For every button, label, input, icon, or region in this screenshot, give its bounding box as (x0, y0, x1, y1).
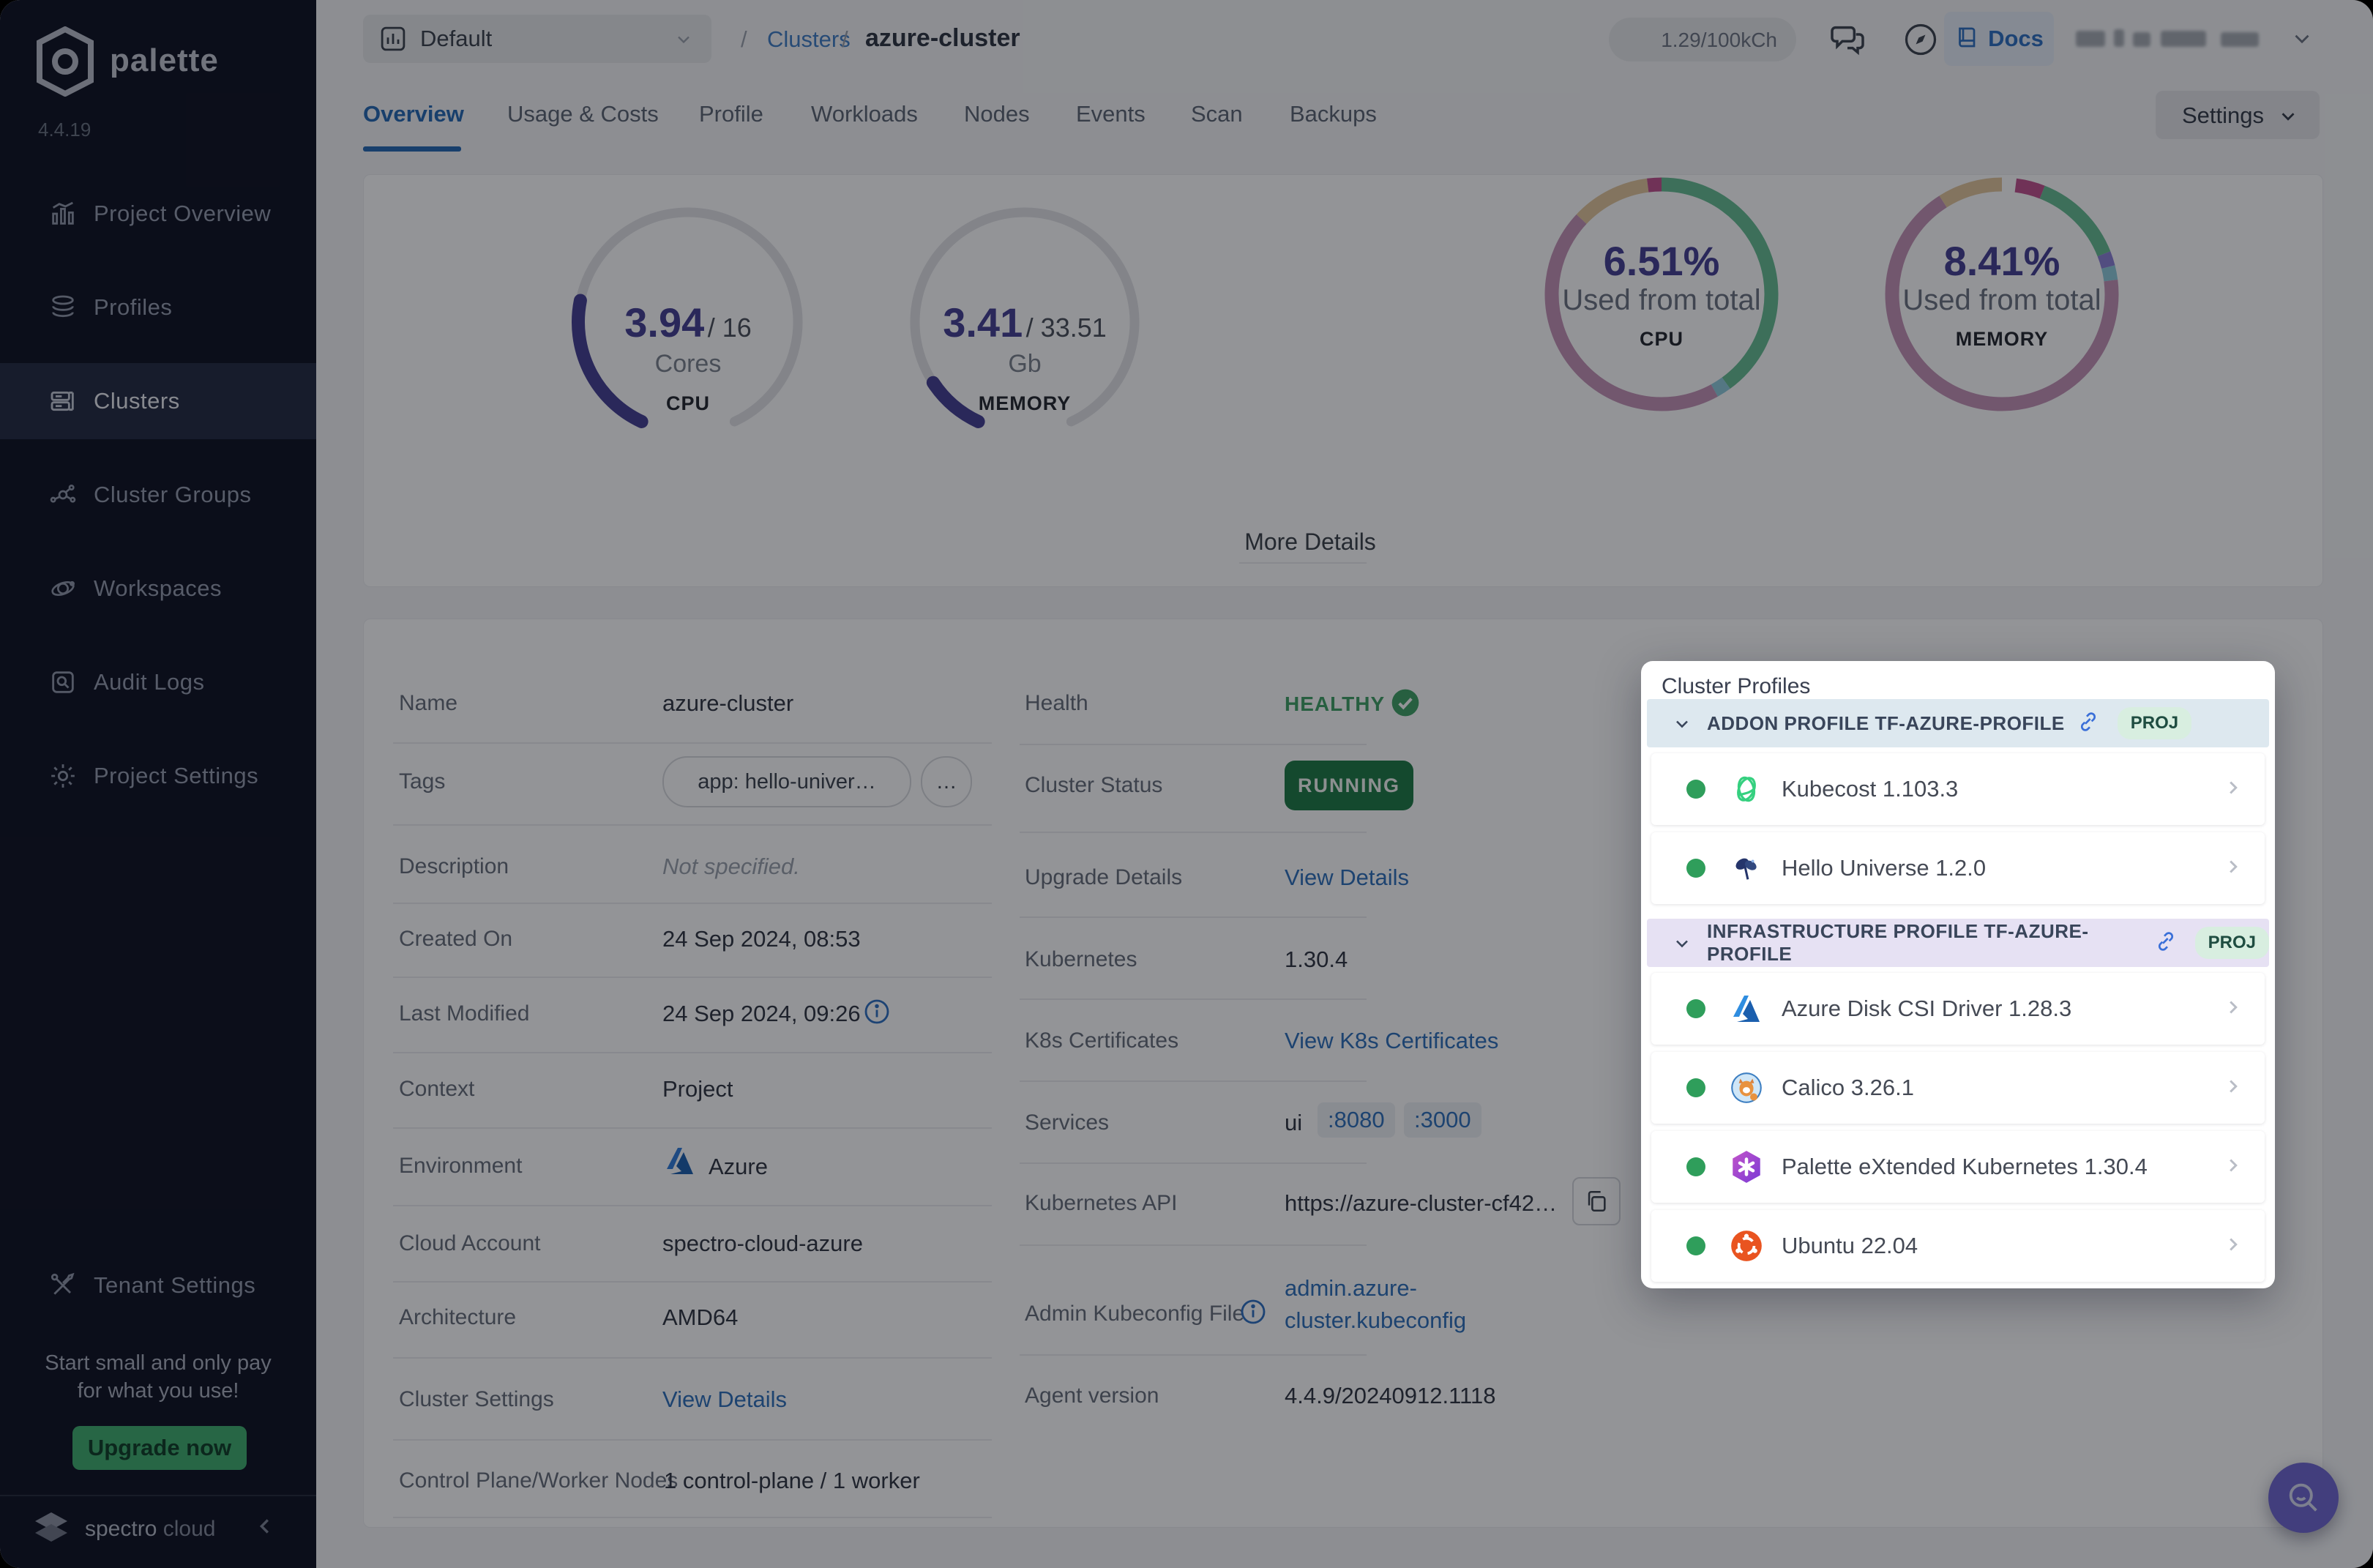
status-dot (1686, 1078, 1705, 1097)
pack-row-azure-disk[interactable]: Azure Disk CSI Driver 1.28.3 (1651, 973, 2265, 1045)
status-dot (1686, 780, 1705, 799)
status-dot (1686, 859, 1705, 878)
chevron-right-icon (2222, 1075, 2244, 1101)
proj-scope-badge: PROJ (2194, 927, 2269, 959)
addon-profile-section-header[interactable]: ADDON PROFILE TF-AZURE-PROFILE PROJ (1647, 699, 2269, 747)
chevron-right-icon (2222, 777, 2244, 802)
azure-disk-icon (1727, 990, 1765, 1028)
hello-universe-icon (1727, 849, 1765, 887)
pxk-icon (1727, 1148, 1765, 1186)
cluster-profiles-popup: Cluster Profiles ADDON PROFILE TF-AZURE-… (1641, 661, 2275, 1288)
pack-row-calico[interactable]: Calico 3.26.1 (1651, 1052, 2265, 1124)
pack-row-hello-universe[interactable]: Hello Universe 1.2.0 (1651, 832, 2265, 904)
popup-title: Cluster Profiles (1662, 674, 1811, 698)
chevron-right-icon (2222, 996, 2244, 1022)
app-window: palette 4.4.19 Project Overview Profiles… (0, 0, 2373, 1568)
status-dot (1686, 1236, 1705, 1255)
infrastructure-profile-section-header[interactable]: INFRASTRUCTURE PROFILE TF-AZURE-PROFILE … (1647, 919, 2269, 967)
link-icon (2077, 710, 2100, 737)
chevron-right-icon (2222, 856, 2244, 881)
ubuntu-icon (1727, 1227, 1765, 1265)
chevron-right-icon (2222, 1233, 2244, 1259)
pack-row-palette-extended-kubernetes[interactable]: Palette eXtended Kubernetes 1.30.4 (1651, 1131, 2265, 1203)
pack-row-kubecost[interactable]: Kubecost 1.103.3 (1651, 753, 2265, 825)
status-dot (1686, 1157, 1705, 1176)
calico-icon (1727, 1069, 1765, 1107)
pack-row-ubuntu[interactable]: Ubuntu 22.04 (1651, 1210, 2265, 1282)
proj-scope-badge: PROJ (2117, 707, 2192, 739)
kubecost-icon (1727, 770, 1765, 808)
status-dot (1686, 999, 1705, 1018)
chevron-down-icon (1672, 714, 1692, 738)
chevron-down-icon (1672, 933, 1692, 957)
chevron-right-icon (2222, 1154, 2244, 1180)
link-icon (2154, 930, 2178, 957)
